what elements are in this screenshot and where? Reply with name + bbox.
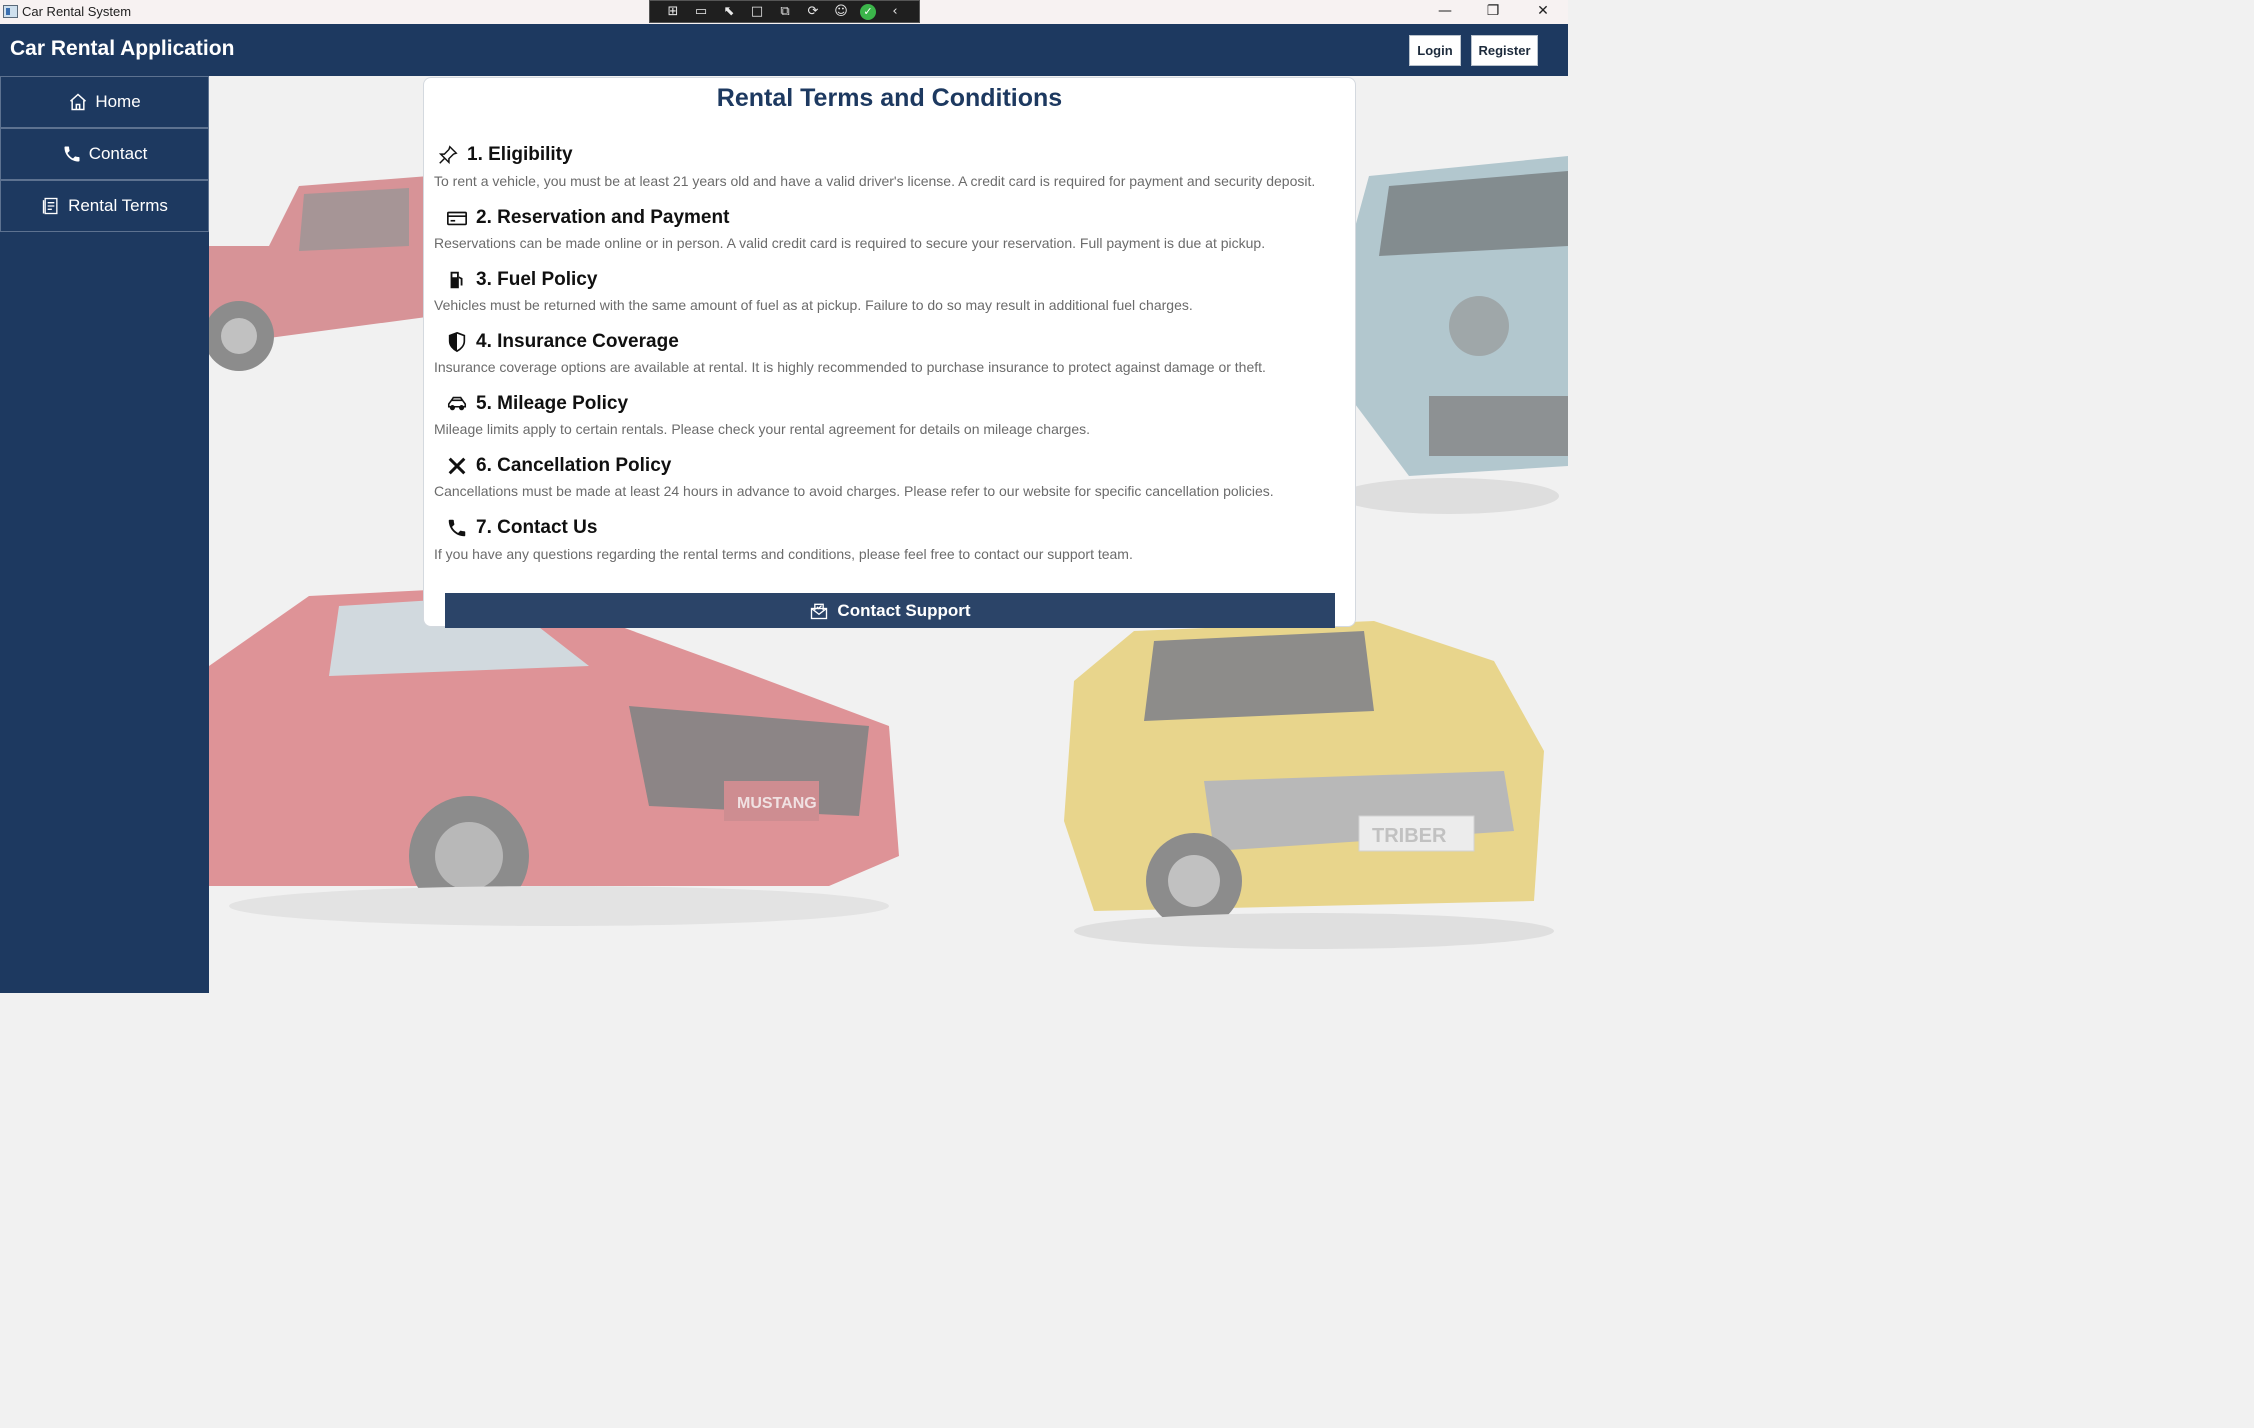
layout-adorner-icon[interactable]: □ <box>748 4 766 20</box>
select-element-icon[interactable]: ⬉ <box>720 4 738 20</box>
sidebar-item-contact[interactable]: Contact <box>0 128 209 180</box>
mail-icon <box>811 603 828 619</box>
car-icon <box>446 393 468 415</box>
app-header: Car Rental Application Login Register <box>0 24 1568 76</box>
sidebar-item-label: Contact <box>88 144 148 163</box>
record-icon[interactable]: ▭ <box>692 4 710 20</box>
section-heading-fuel: 3. Fuel Policy <box>446 269 597 291</box>
section-text-contact: If you have any questions regarding the … <box>434 546 1133 562</box>
close-button[interactable]: ✕ <box>1520 0 1566 24</box>
check-icon[interactable]: ✓ <box>860 3 876 20</box>
accessibility-icon[interactable]: ☺ <box>832 4 850 20</box>
sidebar: Home Contact Rental Terms <box>0 76 209 993</box>
document-icon <box>42 197 58 215</box>
sidebar-item-label: Home <box>95 92 141 111</box>
page-title: Rental Terms and Conditions <box>716 84 1063 112</box>
triber-image: TRIBER <box>1064 621 1554 949</box>
section-text-reservation: Reservations can be made online or in pe… <box>434 235 1266 251</box>
home-icon <box>70 93 87 111</box>
window-titlebar: Car Rental System ⊞ ▭ ⬉ □ ⧉ ⟳ ☺ ✓ ‹ — ❐ … <box>0 0 1568 24</box>
contact-support-label: Contact Support <box>837 600 971 620</box>
collapse-icon[interactable]: ‹ <box>886 4 904 20</box>
section-text-mileage: Mileage limits apply to certain rentals.… <box>434 421 1090 437</box>
section-text-fuel: Vehicles must be returned with the same … <box>434 297 1193 313</box>
mini-cooper-image <box>1339 156 1568 514</box>
phone-icon <box>446 517 468 539</box>
section-heading-eligibility: 1. Eligibility <box>437 144 573 166</box>
debug-toolbar: ⊞ ▭ ⬉ □ ⧉ ⟳ ☺ ✓ ‹ <box>649 0 920 23</box>
contact-support-button[interactable]: Contact Support <box>445 593 1335 628</box>
fuel-pump-icon <box>446 269 468 291</box>
phone-icon <box>64 146 80 162</box>
hot-reload-icon[interactable]: ⟳ <box>804 4 822 20</box>
credit-card-icon <box>446 207 468 229</box>
register-button[interactable]: Register <box>1471 35 1538 66</box>
section-heading-contact: 7. Contact Us <box>446 517 597 539</box>
section-heading-reservation: 2. Reservation and Payment <box>446 207 729 229</box>
minimize-button[interactable]: — <box>1422 0 1468 24</box>
restore-button[interactable]: ❐ <box>1470 0 1516 24</box>
app-brand: Car Rental Application <box>10 37 235 60</box>
window-title: Car Rental System <box>22 4 132 19</box>
section-heading-cancellation: 6. Cancellation Policy <box>446 455 671 477</box>
live-visual-tree-icon[interactable]: ⊞ <box>664 4 682 20</box>
section-heading-mileage: 5. Mileage Policy <box>446 393 628 415</box>
sidebar-item-home[interactable]: Home <box>0 76 209 128</box>
section-text-eligibility: To rent a vehicle, you must be at least … <box>434 173 1316 189</box>
shield-icon <box>446 331 468 353</box>
sidebar-item-label: Rental Terms <box>68 196 168 215</box>
app-window-icon <box>3 5 18 18</box>
mustang-badge: MUSTANG <box>737 795 817 812</box>
pickup-truck-image <box>209 176 434 371</box>
pin-icon <box>437 144 459 166</box>
rental-terms-card: Rental Terms and Conditions 1. Eligibili… <box>423 77 1356 628</box>
sidebar-item-rental-terms[interactable]: Rental Terms <box>0 180 209 232</box>
section-text-insurance: Insurance coverage options are available… <box>434 359 1266 375</box>
track-focus-icon[interactable]: ⧉ <box>776 4 794 20</box>
close-icon <box>446 455 468 477</box>
login-button[interactable]: Login <box>1409 35 1461 66</box>
triber-badge: TRIBER <box>1372 825 1447 847</box>
section-heading-insurance: 4. Insurance Coverage <box>446 331 679 353</box>
section-text-cancellation: Cancellations must be made at least 24 h… <box>434 483 1274 499</box>
